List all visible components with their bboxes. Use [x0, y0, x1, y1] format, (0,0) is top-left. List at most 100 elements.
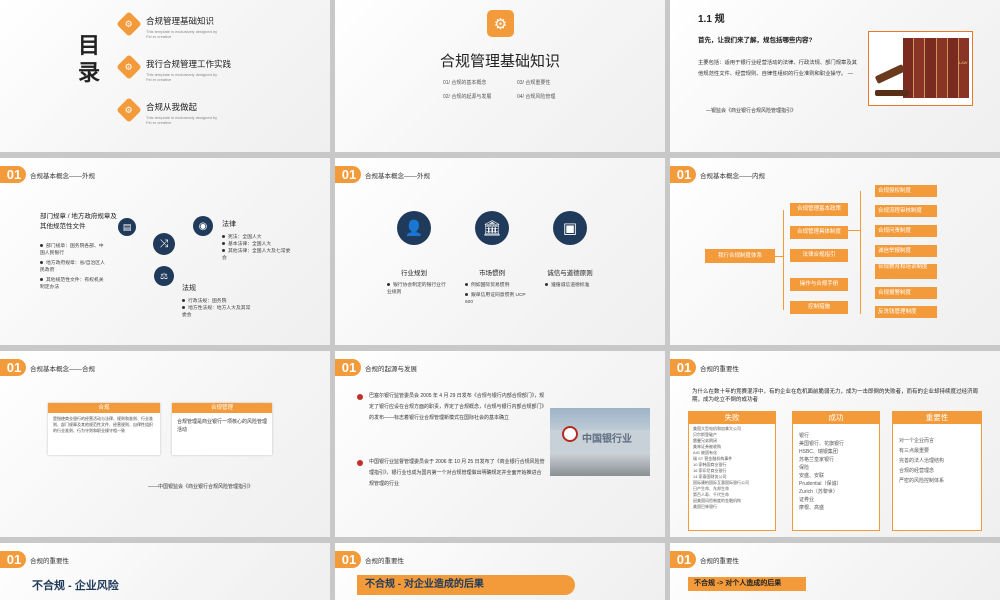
success-item: Zurich（苏黎世）	[799, 489, 838, 495]
tree-connector	[775, 256, 783, 257]
toc-item-sub: This template is exclusively designed by…	[146, 72, 218, 82]
banner-text: 不合规 - 企业风险	[32, 580, 119, 592]
slide-rules[interactable]: 1.1 规 首先，让我们来了解，规包括哪些内容? 主要包括：适用于银行业经营活动…	[670, 0, 1000, 152]
section-number: 01	[0, 166, 26, 183]
list-item: 银行协会制定的银行业行业规则	[387, 283, 446, 295]
col-label: 行业规划	[401, 270, 427, 277]
body-text: 主要包括：适用于银行业经营活动的法律、行政法规、部门规章及其他规范性文件、经营规…	[698, 60, 857, 77]
tree-leaf: 合规授权制度	[875, 185, 937, 197]
reg-title: 法规	[182, 285, 196, 292]
list-item: 宪法：全国人大	[222, 234, 292, 241]
eye-icon: ◉	[193, 216, 213, 236]
success-item: Prudential（保诚）	[799, 481, 842, 487]
concept-box-head: 合规管理	[172, 403, 272, 413]
list-item: 例如国际贸易惯例	[465, 282, 527, 289]
slide-importance-risk[interactable]: 01 合规的重要性 不合规 - 企业风险	[0, 543, 330, 600]
section-title: 合规基本概念——外规	[30, 172, 95, 180]
toc-item[interactable]: ⚙ 合规从我做起 This template is exclusively de…	[116, 97, 320, 125]
success-item: 摩根、高盛	[799, 505, 825, 511]
gavel-icon: ⚖	[154, 266, 174, 286]
slide-importance-enterprise[interactable]: 01 合规的重要性 不合规 - 对企业造成的后果	[335, 543, 665, 600]
tree-node: 法律合规指引	[790, 249, 848, 262]
importance-item: 有三点最重要	[899, 448, 930, 454]
gear-icon: ⚙	[116, 54, 142, 80]
section-number: 01	[0, 551, 26, 568]
slide-toc[interactable]: 目录 ⚙ 合规管理基础知识 This template is exclusive…	[0, 0, 330, 152]
success-item: 苏格兰皇家银行	[799, 457, 835, 463]
slide-importance[interactable]: 01 合规的重要性 为什么在数十年的竞赛混浮中，有的企业在危机面前脆弱无力，成为一…	[670, 351, 1000, 537]
slide-heading: 1.1 规	[698, 14, 725, 25]
section-number: 01	[335, 166, 361, 183]
success-item: 银行	[799, 433, 810, 439]
tree-connector	[848, 230, 860, 231]
toc-item-sub: This template is exclusively designed by…	[146, 115, 218, 125]
shuffle-icon: ⤨	[153, 233, 175, 255]
section-title: 合规的重要性	[30, 557, 69, 565]
bank-sign: 中国银行业	[582, 434, 632, 445]
list-item: 其他法律：全国人大及七常委会	[222, 249, 291, 261]
section-title: 合规基本概念——外规	[365, 172, 430, 180]
origin-text: 中国银行业监督管理委员会于 2006 年 10 月 25 日发布了《商业银行合规…	[369, 459, 545, 487]
banner-text: 不合规 -> 对个人造成的后果	[694, 580, 782, 587]
toc-item[interactable]: ⚙ 合规管理基础知识 This template is exclusively …	[116, 11, 320, 39]
bullet-icon	[357, 460, 363, 466]
fail-column: 失败 美国大型电机和加拿大公司 贝尔斯登破产 雷曼兄弟倒闭 美林证券被收购 AI…	[688, 411, 776, 531]
book-label: LAW	[958, 60, 968, 65]
slide-compliance-concept[interactable]: 01 合规基本概念——合规 合规 是指使商业银行的经营活动与法律、规则和准则、行业…	[0, 351, 330, 537]
banner: 不合规 - 对企业造成的后果	[357, 575, 575, 595]
bank-logo-icon	[562, 426, 578, 442]
tree-node: 合规管理具体制度	[790, 226, 848, 239]
importance-item: 严密的风险控制体系	[899, 478, 945, 484]
slide-importance-personal[interactable]: 01 合规的重要性 不合规 -> 对个人造成的后果	[670, 543, 1000, 600]
bullet-icon	[357, 394, 363, 400]
list-item: 遵循诚信道德标准	[545, 282, 611, 289]
law-title: 法律	[222, 221, 236, 228]
slide-origin[interactable]: 01 合规的起源与发展 巴塞尔银行监管委员会 2005 年 4 月 29 日发布《…	[335, 351, 665, 537]
tree-connector	[783, 210, 784, 310]
gear-icon: ⚙	[116, 11, 142, 37]
section-number: 01	[335, 359, 361, 376]
slide-section-title[interactable]: ⚙ 合规管理基础知识 01/ 合规的基本概念 03/ 合规重要性 02/ 合规的…	[335, 0, 665, 152]
tree-leaf: 反洗钱管理制度	[875, 306, 937, 318]
root-node: 我行合规制度体系	[705, 249, 775, 263]
section-title: 合规的重要性	[700, 365, 739, 373]
list-item: 行政法规：国务院	[182, 298, 252, 305]
slide-external-rules-1[interactable]: 01 合规基本概念——外规 部门规章 / 地方政府规章及其他规范性文件 ▤ 部门规…	[0, 158, 330, 345]
success-item: 保险	[799, 465, 810, 471]
gavel-icon	[874, 64, 906, 84]
importance-item: 对一个企业而言	[899, 438, 935, 444]
success-item: 安盛、安联	[799, 473, 825, 479]
tree-node: 控制措施	[790, 301, 848, 314]
success-column: 成功 银行 美国银行、花旗银行 HSBC、瑞银集团 苏格兰皇家银行 保险 安盛、…	[792, 411, 880, 531]
importance-head: 重要性	[893, 412, 981, 424]
list-item: 地方性法规：地方人大及其常委会	[182, 306, 251, 318]
toc-item[interactable]: ⚙ 我行合规管理工作实践 This template is exclusivel…	[116, 54, 320, 82]
toc-item-sub: This template is exclusively designed by…	[146, 29, 218, 39]
toc-item-label: 我行合规管理工作实践	[146, 59, 232, 69]
section-title: 合规基本概念——内规	[700, 172, 765, 180]
importance-item: 完善的法人治理结构	[899, 458, 945, 464]
tree-connector	[860, 191, 861, 314]
fail-item: 美国巴林银行	[693, 504, 717, 509]
slide-internal-rules[interactable]: 01 合规基本概念——内规 我行合规制度体系 合规管理基本政策 合规管理具体制度 …	[670, 158, 1000, 345]
gear-icon: ⚙	[487, 10, 514, 37]
concept-box: 合规 是指使商业银行的经营活动与法律、规则和准则、行业准则、部门规章及其他规范性…	[48, 403, 160, 455]
bank-icon: 🏛	[475, 211, 509, 245]
slide-external-rules-2[interactable]: 01 合规基本概念——外规 👤 🏛 ▣ 行业规划 市场惯例 诚信与道德原则 银行协…	[335, 158, 665, 345]
concept-box-head: 合规	[48, 403, 160, 413]
bank-photo: 中国银行业	[550, 408, 650, 476]
tree-leaf: 合规教育和培训制度	[875, 264, 937, 279]
section-title: 合规管理基础知识	[439, 53, 560, 70]
question-text: 为什么在数十年的竞赛混浮中，有的企业在危机面前脆弱无力，成为一击即倒的失败者，而…	[692, 389, 979, 403]
list-item: 部门规章：国务院各部、中国人民银行	[40, 244, 104, 256]
section-item: 01/ 合规的基本概念	[443, 80, 487, 86]
section-number: 01	[670, 166, 696, 183]
list-item: 基本法律：全国人大	[222, 241, 292, 248]
section-title: 合规的重要性	[365, 557, 404, 565]
section-item: 04/ 合规风险管理	[517, 94, 556, 100]
gear-icon: ⚙	[116, 97, 142, 123]
fail-head: 失败	[689, 412, 775, 424]
concept-box-text: 是指使商业银行的经营活动与法律、规则和准则、行业准则、部门规章及其他规范性文件、…	[53, 416, 153, 433]
concept-box: 合规管理 合规管理是商业银行一项核心的风险管理活动	[172, 403, 272, 455]
source-text: ——中国银监会《商业银行合规风险管理指引》	[148, 484, 254, 490]
